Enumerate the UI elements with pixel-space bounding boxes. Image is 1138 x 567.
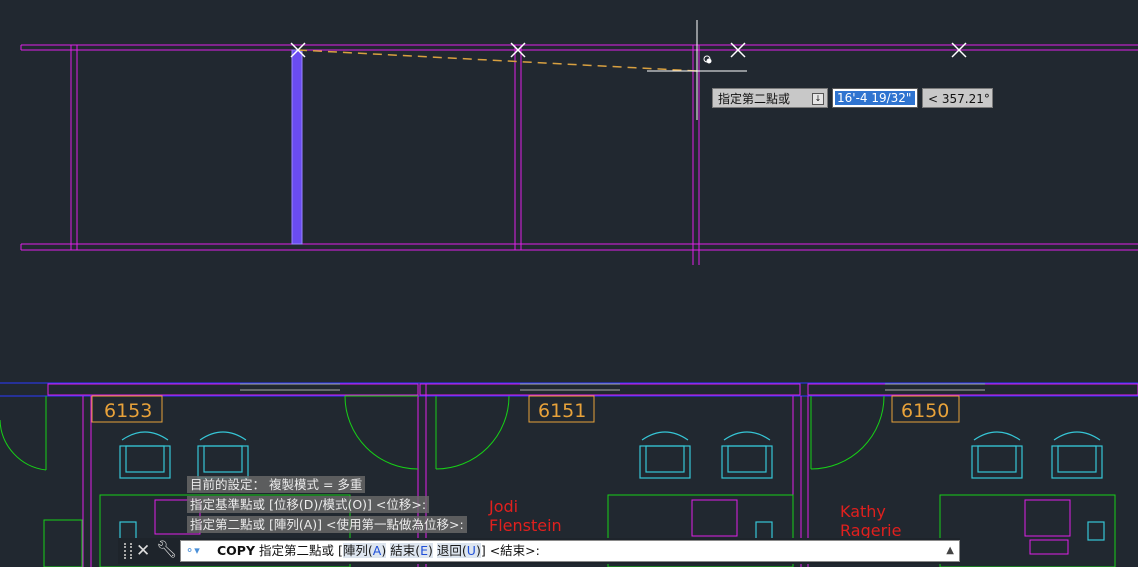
command-suffix: ] <結束>: (480, 543, 540, 558)
room-number: 6150 (901, 400, 949, 422)
option-array[interactable]: 陣列(A) (342, 543, 387, 558)
command-history-line: 目前的設定： 複製模式 = 多重 (187, 476, 366, 493)
upper-wall-assembly (20, 44, 1138, 265)
selected-wall[interactable] (291, 49, 303, 245)
occupant-labels: Jodi Flenstein Kathy Ragerie (488, 497, 901, 540)
distance-value[interactable]: 16'-4 19/32" (835, 91, 915, 105)
option-undo[interactable]: 退回(U) (436, 543, 481, 558)
menu-icon[interactable]: ↓ (812, 93, 824, 105)
rubber-band-line (297, 49, 698, 72)
command-line-bar: ✕ 🔧︎ ⚬▾ COPY 指定第二點或 [陣列(A) 結束(E) 退回(U)] … (118, 538, 960, 564)
close-icon[interactable]: ✕ (136, 540, 150, 562)
angle-value[interactable]: < 357.21° (928, 92, 990, 106)
wrench-icon[interactable]: 🔧︎ (156, 539, 178, 561)
room-number: 6151 (538, 400, 586, 422)
recent-commands-icon[interactable]: ⚬▾ (185, 544, 207, 558)
command-history-line: 指定基準點或 [位移(D)/模式(O)] <位移>: (187, 496, 430, 513)
command-input[interactable]: ⚬▾ COPY 指定第二點或 [陣列(A) 結束(E) 退回(U)] <結束>:… (180, 540, 960, 562)
dynamic-prompt-label: 指定第二點或 (718, 92, 791, 106)
command-name: COPY (217, 543, 256, 558)
option-exit[interactable]: 結束(E) (390, 543, 433, 558)
room-number: 6153 (104, 400, 152, 422)
command-history-line: 指定第二點或 [陣列(A)] <使用第一點做為位移>: (187, 516, 467, 533)
command-prompt: 指定第二點或 [ (259, 543, 343, 558)
occupant-first-name: Jodi (488, 497, 518, 516)
scroll-up-icon[interactable]: ▲ (946, 541, 954, 561)
drawing-canvas[interactable]: 6153 6151 6150 Jodi Flenstein Kathy Rage… (0, 0, 1138, 567)
grip-icon[interactable] (124, 543, 132, 559)
distance-input[interactable]: 16'-4 19/32" (832, 88, 918, 108)
occupant-last-name: Flenstein (489, 516, 562, 535)
angle-input[interactable]: < 357.21° (922, 88, 993, 108)
occupant-first-name: Kathy (840, 502, 886, 521)
room-tags: 6153 6151 6150 (104, 400, 949, 422)
command-prompt-text: COPY 指定第二點或 [陣列(A) 結束(E) 退回(U)] <結束>: (217, 541, 540, 561)
dynamic-input-prompt[interactable]: 指定第二點或 ↓ (712, 88, 828, 108)
model-space[interactable]: 6153 6151 6150 Jodi Flenstein Kathy Rage… (0, 0, 1138, 567)
